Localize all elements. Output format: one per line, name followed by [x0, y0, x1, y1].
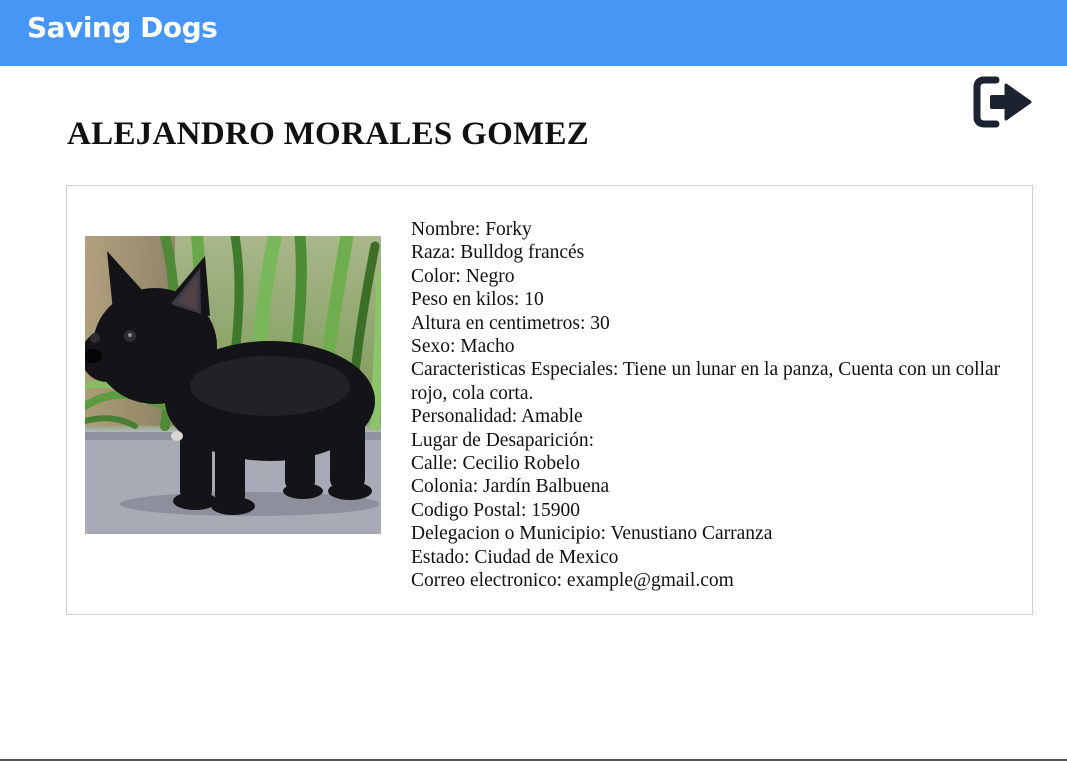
brand-logo[interactable]: Saving Dogs — [27, 11, 218, 44]
address-colony: Colonia: Jardín Balbuena — [411, 476, 610, 498]
contact-email: Correo electronico: example@gmail.com — [411, 570, 734, 592]
dog-report-card: Nombre: Forky Raza: Bulldog francés Colo… — [66, 185, 1033, 615]
disappearance-place-label: Lugar de Desaparición: — [411, 429, 595, 451]
dog-name: Nombre: Forky — [411, 219, 532, 240]
dog-photo — [85, 236, 381, 534]
dog-sex: Sexo: Macho — [411, 336, 515, 358]
owner-name-heading: ALEJANDRO MORALES GOMEZ — [67, 116, 590, 152]
address-state: Estado: Ciudad de Mexico — [411, 546, 619, 568]
address-street: Calle: Cecilio Robelo — [411, 453, 580, 475]
dog-special-features: Caracteristicas Especiales: Tiene un lun… — [411, 359, 1001, 404]
logout-button[interactable] — [972, 76, 1034, 128]
top-navbar: Saving Dogs — [0, 0, 1067, 66]
dog-height: Altura en centimetros: 30 — [411, 312, 610, 334]
dog-weight: Peso en kilos: 10 — [411, 289, 544, 311]
address-municipality: Delegacion o Municipio: Venustiano Carra… — [411, 523, 773, 545]
dog-personality: Personalidad: Amable — [411, 406, 583, 428]
dog-info: Nombre: Forky Raza: Bulldog francés Colo… — [411, 218, 1001, 593]
dog-color: Color: Negro — [411, 265, 515, 287]
sign-out-icon — [973, 76, 1032, 128]
address-postal-code: Codigo Postal: 15900 — [411, 499, 581, 521]
dog-breed: Raza: Bulldog francés — [411, 242, 585, 264]
